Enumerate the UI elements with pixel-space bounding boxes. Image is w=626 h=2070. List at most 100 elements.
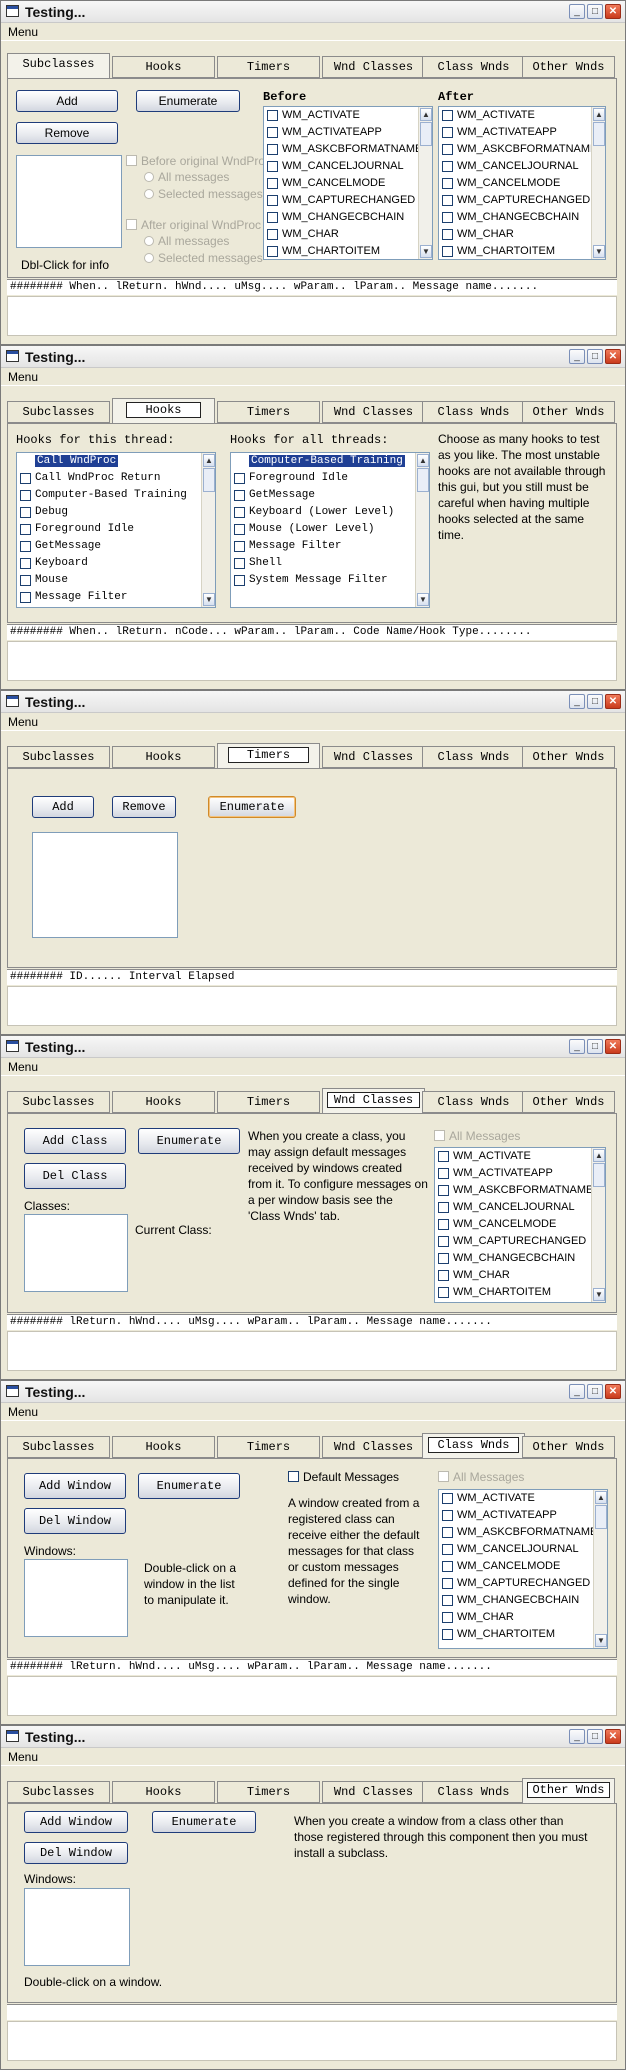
tab-other-wnds[interactable]: Other Wnds	[522, 1091, 615, 1113]
close-button[interactable]: ✕	[605, 1384, 621, 1399]
scroll-down-icon[interactable]: ▼	[593, 1288, 605, 1301]
del-window-button[interactable]: Del Window	[24, 1842, 128, 1864]
vertical-scrollbar[interactable]: ▲ ▼	[593, 1490, 607, 1648]
add-window-button[interactable]: Add Window	[24, 1811, 128, 1833]
list-item[interactable]: WM_ACTIVATEAPP	[264, 124, 432, 141]
default-messages-checkbox[interactable]	[288, 1471, 299, 1482]
all-messages-checkbox[interactable]	[434, 1130, 445, 1141]
checkbox[interactable]	[442, 1544, 453, 1555]
scroll-up-icon[interactable]: ▲	[203, 454, 215, 467]
list-item[interactable]: WM_CHANGECBCHAIN	[439, 209, 605, 226]
before-all-messages-radio[interactable]	[144, 172, 154, 182]
vertical-scrollbar[interactable]: ▲ ▼	[415, 453, 429, 607]
all-messages-checkbox[interactable]	[438, 1471, 449, 1482]
checkbox[interactable]	[267, 195, 278, 206]
list-item[interactable]: Message Filter	[17, 589, 215, 606]
scroll-thumb[interactable]	[595, 1505, 607, 1529]
tab-subclasses[interactable]: Subclasses	[7, 53, 110, 79]
class-message-list[interactable]: WM_ACTIVATE WM_ACTIVATEAPP WM_ASKCBFORMATN…	[434, 1147, 606, 1303]
list-item[interactable]: WM_CHARTOITEM	[439, 243, 605, 259]
vertical-scrollbar[interactable]: ▲ ▼	[591, 107, 605, 259]
title-bar[interactable]: Testing... _ □ ✕	[1, 691, 625, 713]
list-item[interactable]: WM_CAPTURECHANGED	[264, 192, 432, 209]
remove-timer-button[interactable]: Remove	[112, 796, 176, 818]
list-item[interactable]: Call WndProc	[17, 453, 215, 470]
window-message-list[interactable]: WM_ACTIVATE WM_ACTIVATEAPP WM_ASKCBFORMATN…	[438, 1489, 608, 1649]
checkbox[interactable]	[442, 144, 453, 155]
checkbox[interactable]	[442, 1561, 453, 1572]
tab-other-wnds[interactable]: Other Wnds	[522, 1778, 615, 1804]
list-item[interactable]: WM_CHAR	[264, 226, 432, 243]
list-item[interactable]: Foreground Idle	[17, 521, 215, 538]
list-item[interactable]: WM_ASKCBFORMATNAME	[439, 141, 605, 158]
before-message-list[interactable]: WM_ACTIVATE WM_ACTIVATEAPP WM_ASKCBFORMATN…	[263, 106, 433, 260]
list-item[interactable]: WM_ACTIVATEAPP	[435, 1165, 605, 1182]
list-item[interactable]: Keyboard	[17, 555, 215, 572]
del-window-button[interactable]: Del Window	[24, 1508, 126, 1534]
before-original-checkbox[interactable]	[126, 155, 137, 166]
tab-hooks[interactable]: Hooks	[112, 56, 215, 78]
close-button[interactable]: ✕	[605, 1039, 621, 1054]
checkbox[interactable]	[234, 507, 245, 518]
checkbox[interactable]	[438, 1151, 449, 1162]
scroll-thumb[interactable]	[417, 468, 429, 492]
list-item[interactable]: WM_ACTIVATE	[439, 107, 605, 124]
checkbox[interactable]	[234, 575, 245, 586]
list-item[interactable]: GetMessage	[17, 538, 215, 555]
checkbox[interactable]	[442, 1629, 453, 1640]
checkbox[interactable]	[438, 1253, 449, 1264]
checkbox[interactable]	[267, 229, 278, 240]
list-item[interactable]: WM_CHARTOITEM	[264, 243, 432, 259]
remove-button[interactable]: Remove	[16, 122, 118, 144]
after-selected-messages-radio[interactable]	[144, 253, 154, 263]
maximize-button[interactable]: □	[587, 1039, 603, 1054]
close-button[interactable]: ✕	[605, 1729, 621, 1744]
list-item[interactable]: WM_ASKCBFORMATNAME	[435, 1182, 605, 1199]
windows-list[interactable]	[24, 1888, 130, 1966]
scroll-thumb[interactable]	[593, 122, 605, 146]
vertical-scrollbar[interactable]: ▲ ▼	[201, 453, 215, 607]
list-item[interactable]: Message Filter	[231, 538, 429, 555]
checkbox[interactable]	[20, 456, 31, 467]
checkbox[interactable]	[234, 490, 245, 501]
list-item[interactable]: WM_CHANGECBCHAIN	[264, 209, 432, 226]
tab-class-wnds[interactable]: Class Wnds	[422, 1781, 525, 1803]
checkbox[interactable]	[442, 178, 453, 189]
list-item[interactable]: WM_CANCELJOURNAL	[264, 158, 432, 175]
list-item[interactable]: WM_CANCELJOURNAL	[435, 1199, 605, 1216]
enumerate-button[interactable]: Enumerate	[152, 1811, 256, 1833]
checkbox[interactable]	[267, 161, 278, 172]
menu-item[interactable]: Menu	[8, 25, 38, 39]
menu-item[interactable]: Menu	[8, 715, 38, 729]
add-button[interactable]: Add	[16, 90, 118, 112]
list-item[interactable]: WM_CHANGECBCHAIN	[439, 1592, 607, 1609]
close-button[interactable]: ✕	[605, 4, 621, 19]
checkbox[interactable]	[20, 507, 31, 518]
scroll-down-icon[interactable]: ▼	[420, 245, 432, 258]
tab-subclasses[interactable]: Subclasses	[7, 746, 110, 768]
enumerate-button[interactable]: Enumerate	[136, 90, 240, 112]
after-message-list[interactable]: WM_ACTIVATE WM_ACTIVATEAPP WM_ASKCBFORMATN…	[438, 106, 606, 260]
menu-item[interactable]: Menu	[8, 1060, 38, 1074]
maximize-button[interactable]: □	[587, 694, 603, 709]
tab-hooks[interactable]: Hooks	[112, 746, 215, 768]
checkbox[interactable]	[442, 1493, 453, 1504]
log-area[interactable]	[7, 1676, 617, 1716]
add-timer-button[interactable]: Add	[32, 796, 94, 818]
list-item[interactable]: WM_ASKCBFORMATNAME	[439, 1524, 607, 1541]
checkbox[interactable]	[442, 1612, 453, 1623]
scroll-down-icon[interactable]: ▼	[593, 245, 605, 258]
menu-item[interactable]: Menu	[8, 1405, 38, 1419]
tab-wnd-classes[interactable]: Wnd Classes	[322, 746, 425, 768]
enumerate-button[interactable]: Enumerate	[138, 1128, 240, 1154]
checkbox[interactable]	[20, 473, 31, 484]
before-selected-messages-radio[interactable]	[144, 189, 154, 199]
list-item[interactable]: WM_ASKCBFORMATNAME	[264, 141, 432, 158]
log-area[interactable]	[7, 641, 617, 681]
all-threads-hook-list[interactable]: Computer-Based Training Foreground Idle Ge…	[230, 452, 430, 608]
checkbox[interactable]	[438, 1168, 449, 1179]
list-item[interactable]: WM_ACTIVATE	[264, 107, 432, 124]
minimize-button[interactable]: _	[569, 694, 585, 709]
checkbox[interactable]	[20, 575, 31, 586]
list-item[interactable]: WM_CANCELMODE	[439, 1558, 607, 1575]
